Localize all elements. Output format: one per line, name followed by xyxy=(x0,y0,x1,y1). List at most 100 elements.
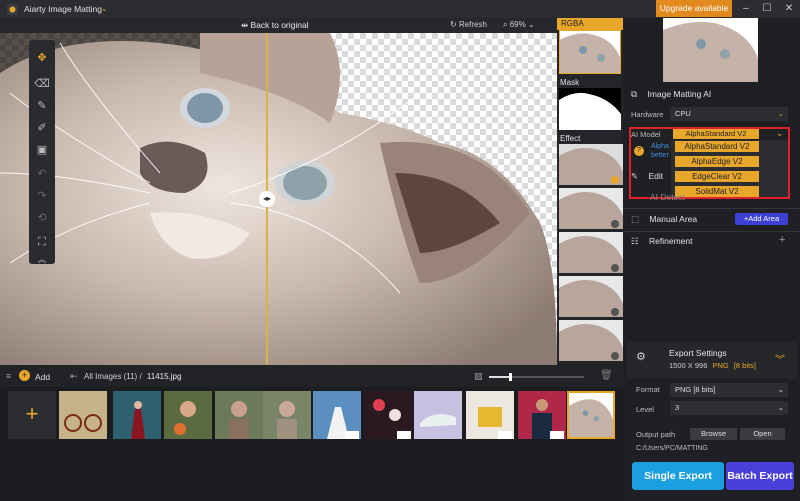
refresh-label: Refresh xyxy=(458,20,487,29)
output-path-label: Output path xyxy=(636,430,676,439)
zoom-value: 69% xyxy=(509,20,526,29)
chevron-down-icon: ⌄ xyxy=(777,109,784,118)
add-area-button[interactable]: +Add Area xyxy=(735,213,788,225)
refinement-label: Refinement xyxy=(649,236,693,246)
back-to-original-button[interactable]: ⇹ Back to original xyxy=(241,20,309,31)
compare-icon: ⇹ xyxy=(241,20,249,30)
effect-label: Effect xyxy=(560,134,581,143)
thumbnail-woman-4[interactable] xyxy=(263,391,311,439)
hardware-value: CPU xyxy=(675,109,691,118)
refinement-icon: ☷ xyxy=(631,236,639,246)
image-matting-title: Image Matting AI xyxy=(647,89,712,99)
refinement-section[interactable]: ☷ Refinement xyxy=(631,236,692,247)
level-select[interactable]: 3 ⌄ xyxy=(670,401,788,415)
highlight-outline xyxy=(629,127,790,199)
app-logo-icon xyxy=(7,4,18,15)
level-label: Level xyxy=(636,405,654,414)
close-icon[interactable]: ✕ xyxy=(782,2,796,16)
export-format-tag: PNG xyxy=(712,361,729,370)
upgrade-button[interactable]: Upgrade available xyxy=(656,0,732,17)
edit-label: Edit xyxy=(648,171,664,181)
slider-fill xyxy=(489,376,511,378)
chevron-down-icon: ⌄ xyxy=(777,385,784,394)
divider xyxy=(623,208,800,209)
menu-icon[interactable]: ≡ xyxy=(6,371,11,381)
bucket-tool-icon[interactable]: ▣ xyxy=(32,140,52,160)
brush-tool-icon[interactable]: ✎ xyxy=(32,96,52,116)
open-button[interactable]: Open xyxy=(740,428,785,440)
slider-thumb[interactable] xyxy=(509,373,512,381)
maximize-icon[interactable]: ☐ xyxy=(760,2,774,16)
current-file: 11415.jpg xyxy=(146,372,182,381)
edit-icon: ✎ xyxy=(631,171,639,181)
reset-icon[interactable]: ⟲ xyxy=(32,208,52,228)
thumbnail-man[interactable] xyxy=(518,391,566,439)
plus-icon[interactable]: + xyxy=(779,234,785,246)
batch-export-button[interactable]: Batch Export xyxy=(726,462,794,490)
image-matting-icon: ⧉ xyxy=(631,89,638,99)
refresh-icon: ↻ xyxy=(450,20,457,29)
move-tool-icon[interactable]: ✥ xyxy=(32,48,52,68)
level-value: 3 xyxy=(675,403,680,412)
undo-icon[interactable]: ↶ xyxy=(32,164,52,184)
export-bits-tag: [8 bits] xyxy=(733,361,756,370)
effect-thumbnail-4[interactable] xyxy=(559,276,623,317)
add-image-button[interactable]: + xyxy=(8,391,56,439)
mask-thumbnail[interactable] xyxy=(559,88,621,130)
hardware-select[interactable]: CPU ⌄ xyxy=(670,107,788,121)
image-canvas[interactable] xyxy=(0,33,557,365)
effect-thumbnail-2[interactable] xyxy=(559,188,623,229)
eraser-tool-icon[interactable]: ⌫ xyxy=(32,74,52,94)
zoom-control[interactable]: ⌕ 69% ⌄ xyxy=(503,20,535,30)
zoom-icon: ⌕ xyxy=(503,20,508,29)
thumbnail-size-slider[interactable] xyxy=(489,373,584,381)
effect-thumbnail-5[interactable] xyxy=(559,320,623,361)
fit-screen-icon[interactable]: ⛶ xyxy=(32,232,52,252)
collapse-icon[interactable]: ︽ xyxy=(32,250,52,270)
thumbnail-woman-red[interactable] xyxy=(113,391,161,439)
minimize-icon[interactable]: – xyxy=(739,2,753,16)
app-title: Aiarty Image Matting xyxy=(24,4,102,14)
thumbnail-bride[interactable] xyxy=(313,391,361,439)
paint-tool-icon[interactable]: ✐ xyxy=(32,118,52,138)
output-path-value: C:/Users/PC/MATTING xyxy=(636,445,708,452)
manual-area-section[interactable]: ⬚ Manual Area xyxy=(631,214,697,225)
trash-icon[interactable]: 🗑 xyxy=(600,370,613,381)
thumbnail-chair[interactable] xyxy=(466,391,514,439)
format-label: Format xyxy=(636,385,660,394)
thumbnail-woman-3[interactable] xyxy=(215,391,263,439)
mask-label: Mask xyxy=(560,78,580,87)
image-matting-ai-section[interactable]: ⧉ Image Matting AI xyxy=(631,89,711,100)
effect-thumbnail-1[interactable] xyxy=(559,144,623,185)
chevron-down-icon[interactable]: ⌄ xyxy=(101,4,108,13)
divider-handle-icon[interactable]: ◂▸ xyxy=(259,191,275,207)
thumbnail-hearts[interactable] xyxy=(365,391,413,439)
all-images-link[interactable]: All Images (11) xyxy=(84,372,137,381)
breadcrumb-separator: / xyxy=(139,372,142,381)
effect-thumbnail-3[interactable] xyxy=(559,232,623,273)
refresh-button[interactable]: ↻ Refresh xyxy=(450,20,487,29)
back-arrow-icon[interactable]: ⇤ xyxy=(70,371,78,382)
rgba-label[interactable]: RGBA xyxy=(557,18,623,30)
thumbnail-cat-selected[interactable] xyxy=(567,391,615,439)
thumbnail-woman-flowers[interactable] xyxy=(164,391,212,439)
export-settings-title: Export Settings xyxy=(669,348,727,358)
preview-thumbnail xyxy=(663,18,758,82)
edit-section[interactable]: ✎ Edit xyxy=(631,171,663,182)
thumbnail-shoe[interactable] xyxy=(414,391,462,439)
thumbnail-bicycle[interactable] xyxy=(59,391,107,439)
back-to-original-label: Back to original xyxy=(250,20,309,30)
add-icon[interactable]: + xyxy=(19,370,30,381)
add-label[interactable]: Add xyxy=(35,372,50,382)
format-value: PNG [8 bits] xyxy=(675,385,716,394)
single-export-button[interactable]: Single Export xyxy=(632,462,724,490)
redo-icon[interactable]: ↷ xyxy=(32,186,52,206)
browse-button[interactable]: Browse xyxy=(690,428,737,440)
chevron-down-icon: ⌄ xyxy=(777,403,784,412)
ai-detect-label[interactable]: AI Detect xyxy=(650,192,685,202)
rgba-thumbnail[interactable] xyxy=(559,30,621,74)
format-select[interactable]: PNG [8 bits] ⌄ xyxy=(670,383,788,397)
chevron-double-down-icon[interactable]: ︾ xyxy=(775,351,785,366)
image-size-icon: ▨ xyxy=(474,371,483,381)
manual-area-icon: ⬚ xyxy=(631,214,640,224)
